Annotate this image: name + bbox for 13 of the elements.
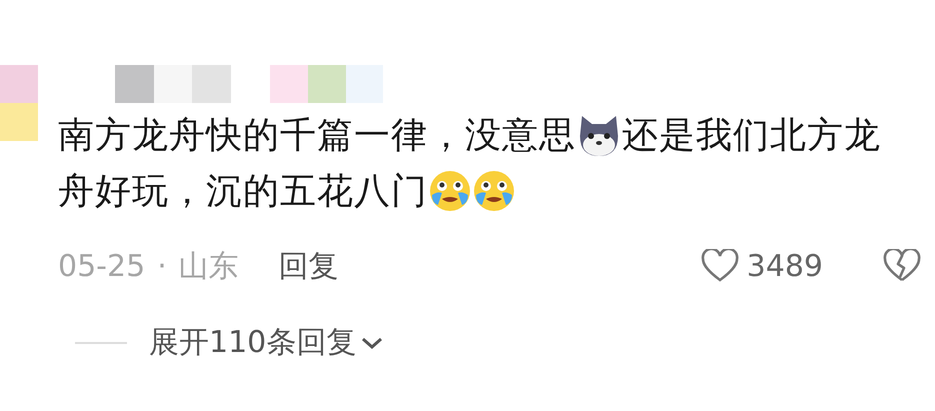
like-count: 3489 bbox=[746, 248, 823, 284]
separator-dot: · bbox=[157, 248, 167, 284]
crying-face-icon bbox=[472, 169, 516, 213]
comment-location: 山东 bbox=[178, 248, 239, 286]
reply-link[interactable]: 回复 bbox=[278, 246, 339, 286]
comment-text: 还是我们北方龙 bbox=[622, 114, 881, 158]
heart-icon[interactable] bbox=[700, 249, 739, 283]
comment-text: 南方龙舟快的千篇一律，没意思 bbox=[58, 114, 576, 158]
comment-text: 舟好玩，沉的五花八门 bbox=[58, 170, 428, 214]
crying-face-icon bbox=[428, 169, 472, 213]
expand-replies-button[interactable]: 展开110条回复 bbox=[149, 322, 384, 363]
broken-heart-icon[interactable] bbox=[883, 249, 921, 283]
comment-date: 05-25 bbox=[58, 248, 146, 284]
